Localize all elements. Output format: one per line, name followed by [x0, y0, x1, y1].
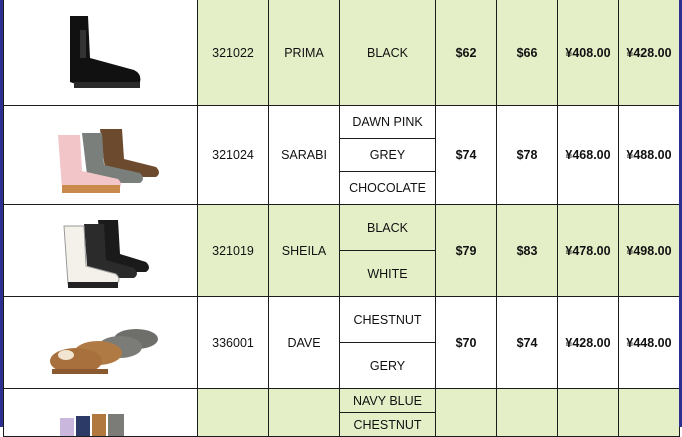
product-name [268, 388, 340, 437]
price-b [496, 388, 558, 437]
price-b: $83 [496, 204, 558, 297]
color-cell: BLACK [339, 0, 436, 106]
color-cell: WHITE [339, 250, 436, 297]
price-d: ¥448.00 [618, 296, 680, 389]
product-code: 321022 [197, 0, 269, 106]
product-image-cell [3, 0, 198, 106]
product-name: PRIMA [268, 0, 340, 106]
color-cell: NAVY BLUE [339, 388, 436, 413]
color-cell: GERY [339, 342, 436, 389]
product-image-cell [3, 204, 198, 297]
product-name: DAVE [268, 296, 340, 389]
table-row: 321024 SARABI DAWN PINK $74 $78 ¥468.00 … [3, 105, 680, 205]
product-code [197, 388, 269, 437]
price-b: $66 [496, 0, 558, 106]
product-code: 321024 [197, 105, 269, 205]
price-b: $74 [496, 296, 558, 389]
price-c [557, 388, 619, 437]
product-code: 321019 [197, 204, 269, 297]
product-image-cell [3, 105, 198, 205]
color-cell: DAWN PINK [339, 105, 436, 139]
black-chelsea-boot-icon [69, 15, 140, 88]
color-cell: CHESTNUT [339, 296, 436, 343]
product-image-cell [3, 296, 198, 389]
suede-sneakers-icon [49, 328, 158, 374]
ugg-boots-icon [59, 414, 124, 436]
table-row: 336001 DAVE CHESTNUT $70 $74 ¥428.00 ¥44… [3, 296, 680, 389]
combat-boots-icon [62, 219, 149, 288]
table-row: 321022 PRIMA BLACK $62 $66 ¥408.00 ¥428.… [3, 0, 680, 106]
price-d: ¥428.00 [618, 0, 680, 106]
price-a: $62 [435, 0, 497, 106]
lace-up-boots-icon [57, 129, 159, 193]
product-code: 336001 [197, 296, 269, 389]
price-d: ¥488.00 [618, 105, 680, 205]
price-a: $79 [435, 204, 497, 297]
price-d [618, 388, 680, 437]
product-image-cell [3, 388, 198, 437]
price-b: $78 [496, 105, 558, 205]
price-c: ¥428.00 [557, 296, 619, 389]
price-c: ¥408.00 [557, 0, 619, 106]
color-cell: GREY [339, 138, 436, 172]
price-d: ¥498.00 [618, 204, 680, 297]
table-row: 321019 SHEILA BLACK $79 $83 ¥478.00 ¥498… [3, 204, 680, 297]
color-cell: CHESTNUT [339, 412, 436, 437]
product-name: SARABI [268, 105, 340, 205]
color-cell: CHOCOLATE [339, 171, 436, 205]
color-cell: BLACK [339, 204, 436, 251]
price-c: ¥468.00 [557, 105, 619, 205]
price-a: $70 [435, 296, 497, 389]
price-table: 321022 PRIMA BLACK $62 $66 ¥408.00 ¥428.… [3, 0, 680, 437]
product-name: SHEILA [268, 204, 340, 297]
price-a [435, 388, 497, 437]
price-c: ¥478.00 [557, 204, 619, 297]
price-a: $74 [435, 105, 497, 205]
spreadsheet: 321022 PRIMA BLACK $62 $66 ¥408.00 ¥428.… [0, 0, 682, 437]
table-row: NAVY BLUE [3, 388, 680, 437]
